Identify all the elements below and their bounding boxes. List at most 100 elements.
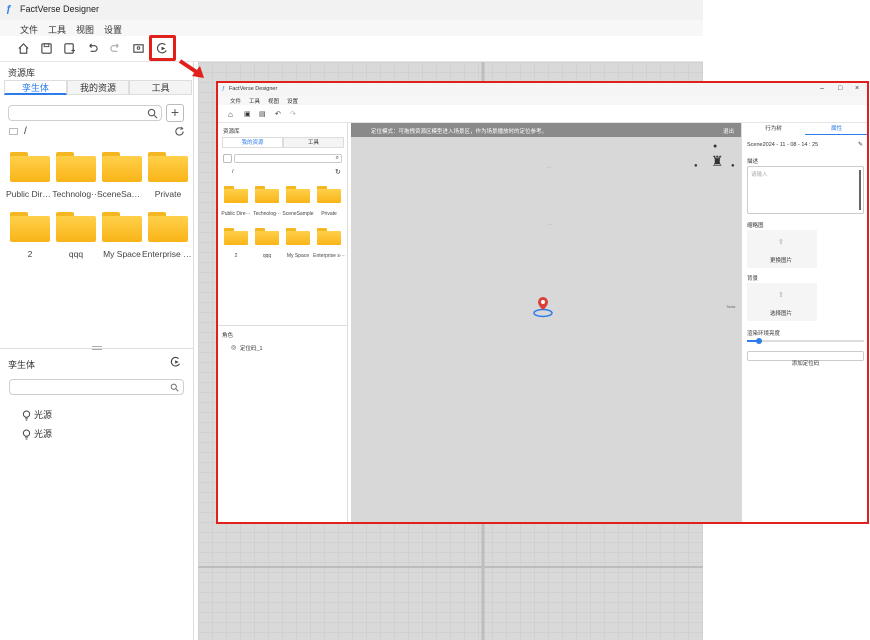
inset-menu-settings[interactable]: 设置 (287, 97, 298, 105)
inset-tabs: 我的资源 工具 (222, 137, 344, 148)
folder-my-space[interactable] (102, 212, 142, 242)
folder-label: SceneSample (97, 189, 147, 199)
inset-resource-panel: 资源库 我的资源 工具 ⌕ / ↻ Public Dire··· Technol… (218, 123, 348, 522)
edit-icon[interactable]: ✎ (858, 141, 863, 148)
inset-redo-icon[interactable]: ↷ (290, 110, 296, 118)
add-button[interactable]: + (166, 104, 184, 122)
inset-bg-label: 背景 (747, 276, 759, 282)
folder-private[interactable] (148, 152, 188, 182)
resource-title: 资源库 (8, 68, 36, 78)
tab-tools[interactable]: 工具 (129, 80, 193, 95)
folder-public-directory[interactable] (10, 152, 50, 182)
inset-refresh-icon[interactable]: ↻ (335, 168, 341, 176)
inset-folder[interactable] (255, 186, 279, 203)
menu-settings[interactable]: 设置 (104, 23, 122, 36)
search-icon (147, 108, 158, 119)
twin-item[interactable]: 光源 (22, 408, 52, 426)
inset-bg-upload-label: 选择图片 (770, 311, 793, 317)
inset-folder[interactable] (286, 228, 310, 245)
inset-save-icon[interactable]: ▣ (244, 110, 251, 118)
inset-menu-file[interactable]: 文件 (230, 97, 241, 105)
save-as-button[interactable] (61, 40, 78, 57)
save-button[interactable] (38, 40, 55, 57)
inset-folder-label: qqq (262, 253, 272, 259)
maximize-icon[interactable]: □ (838, 85, 842, 92)
inset-folder[interactable] (286, 186, 310, 203)
undo-icon (89, 43, 98, 52)
bulb-icon (22, 410, 31, 421)
inset-folder[interactable] (317, 186, 341, 203)
inset-screenshot: ƒ FactVerse Designer – □ × 文件 工具 视图 设置 ⌂… (216, 81, 869, 524)
inset-tab-properties[interactable]: 属性 (805, 125, 867, 135)
refresh-icon[interactable] (174, 126, 185, 137)
home-button[interactable] (15, 40, 32, 57)
inset-folder-label: Technolog··· (253, 211, 281, 217)
map-button[interactable] (130, 40, 147, 57)
minimize-icon[interactable]: – (820, 85, 824, 92)
inset-exit-button[interactable]: 退出 (723, 127, 734, 135)
inset-save-as-icon[interactable]: ▤ (259, 110, 266, 118)
app-logo-icon: ƒ (6, 4, 12, 15)
gizmo-right-icon[interactable]: ● (731, 163, 735, 169)
folder-scene-sample[interactable] (102, 152, 142, 182)
inset-search-icon: ⌕ (335, 155, 339, 161)
inset-add-locator-button[interactable]: 添加定位码 (747, 351, 864, 367)
menu-view[interactable]: 视图 (76, 23, 94, 36)
menu-tools[interactable]: 工具 (48, 23, 66, 36)
tab-twins[interactable]: 孪生体 (4, 80, 67, 95)
folder-technology[interactable] (56, 152, 96, 182)
folder-label: 2 (27, 249, 33, 259)
inset-tab-my-resources[interactable]: 我的资源 (222, 137, 283, 148)
inset-desc-label: 描述 (747, 159, 759, 165)
inset-viewport[interactable]: 定位模式：可拖拽资源区模型进入场景区，作为场景播放时的定位参考。 退出 … … … (351, 123, 741, 522)
app-title: FactVerse Designer (20, 4, 100, 14)
gizmo-left-icon[interactable]: ● (694, 163, 698, 169)
folder-qqq[interactable] (56, 212, 96, 242)
inset-thumb-upload-label: 更换图片 (770, 258, 793, 264)
inset-folder[interactable] (317, 228, 341, 245)
inset-folder[interactable] (224, 186, 248, 203)
close-icon[interactable]: × (855, 85, 859, 92)
inset-undo-icon[interactable]: ↶ (275, 110, 281, 118)
folder-label: Technolog··· (52, 189, 100, 199)
inset-folder-label: SceneSample (282, 211, 314, 217)
resource-panel (0, 62, 194, 640)
twin-item[interactable]: 光源 (22, 427, 52, 445)
inset-view-gizmo[interactable]: ● ♜ (707, 143, 729, 183)
inset-tab-behavior-tree[interactable]: 行为树 (742, 125, 805, 135)
inset-properties-panel: 行为树 属性 Scene2024 - 11 - 08 - 14 : 25 ✎ 描… (741, 123, 867, 522)
inset-scrollbar[interactable] (859, 170, 861, 210)
inset-search-input[interactable]: ⌕ (234, 154, 342, 163)
toolbar (0, 36, 703, 62)
inset-resource-title: 资源库 (223, 129, 240, 135)
inset-folder[interactable] (255, 228, 279, 245)
inset-vp-label: … (548, 221, 552, 226)
locate-refresh-icon[interactable] (170, 356, 182, 368)
inset-vp-label: Tools (726, 304, 736, 309)
undo-button[interactable] (84, 40, 101, 57)
tab-my-resources[interactable]: 我的资源 (66, 80, 130, 95)
inset-role-item[interactable]: 定位码_1 (240, 344, 263, 352)
inset-title-bar: ƒ FactVerse Designer – □ × (218, 83, 867, 96)
redo-icon (110, 43, 119, 52)
inset-desc-input[interactable]: 请输入 (747, 166, 864, 214)
inset-menu-tools[interactable]: 工具 (249, 97, 260, 105)
slider-handle[interactable] (756, 338, 762, 344)
resource-search-input[interactable] (8, 105, 162, 121)
folder-2[interactable] (10, 212, 50, 242)
resource-path: / (24, 126, 27, 137)
folder-enterprise-space[interactable] (148, 212, 188, 242)
inset-bg-upload[interactable]: ⇧ 选择图片 (747, 283, 817, 321)
splitter-handle[interactable] (92, 346, 102, 350)
inset-brightness-slider[interactable] (747, 338, 864, 344)
inset-tab-tools[interactable]: 工具 (283, 137, 344, 148)
locator-marker-icon[interactable] (532, 295, 554, 319)
inset-folder[interactable] (224, 228, 248, 245)
inset-home-icon[interactable]: ⌂ (228, 110, 233, 119)
redo-button[interactable] (107, 40, 124, 57)
inset-thumb-upload[interactable]: ⇧ 更换图片 (747, 230, 817, 268)
inset-menu-view[interactable]: 视图 (268, 97, 279, 105)
inset-filter-icon[interactable] (223, 154, 232, 163)
twin-search-input[interactable] (9, 379, 184, 395)
menu-file[interactable]: 文件 (20, 23, 38, 36)
